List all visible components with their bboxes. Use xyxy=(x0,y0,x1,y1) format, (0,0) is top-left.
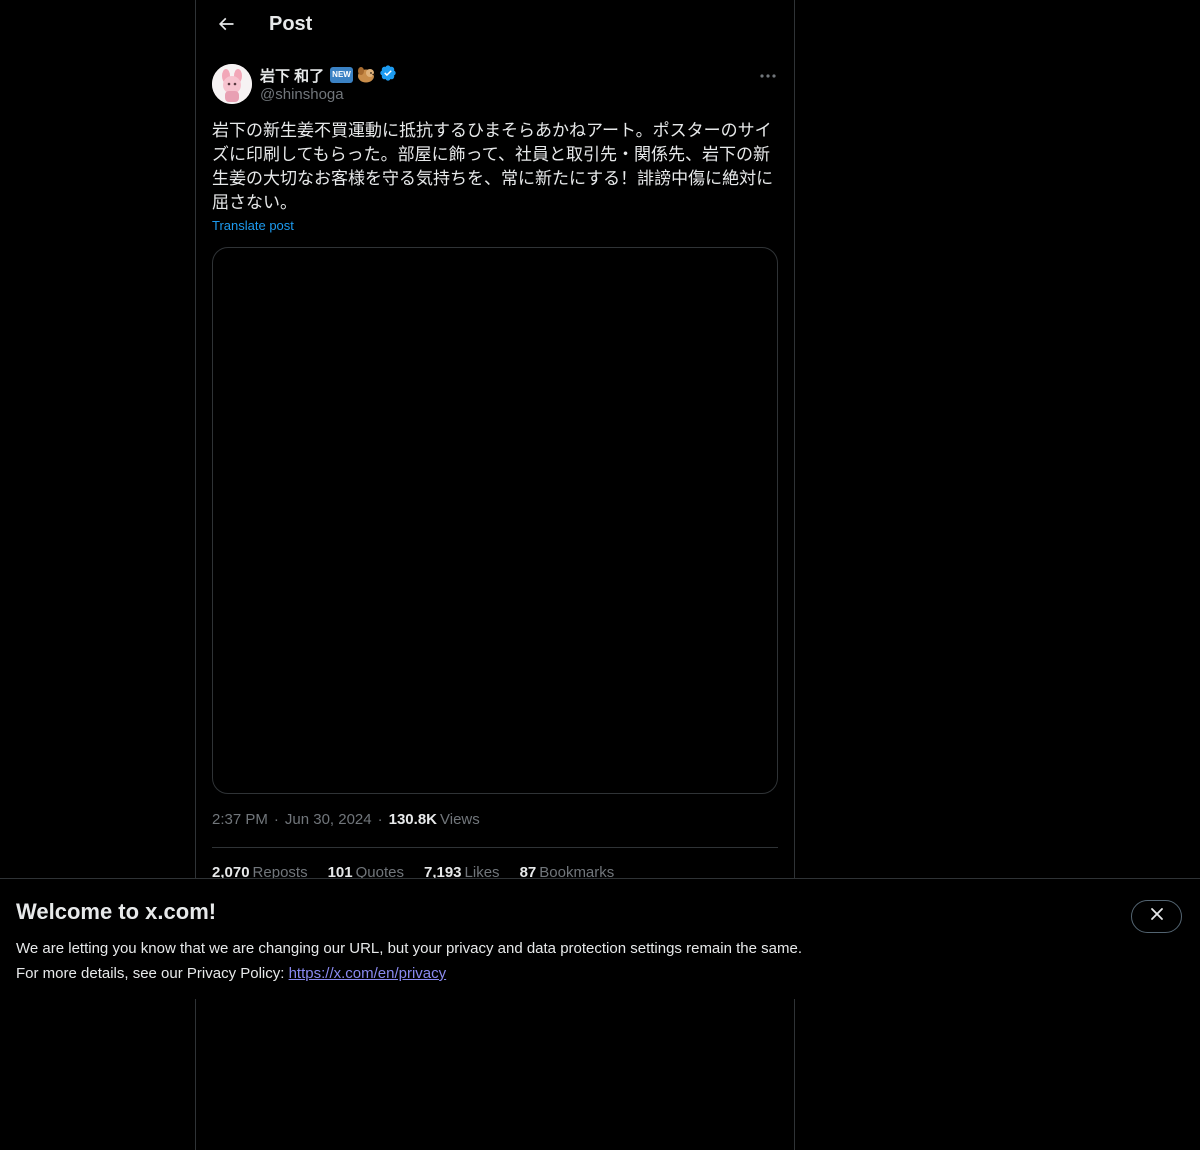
divider xyxy=(212,847,778,848)
views-label: Views xyxy=(440,811,480,828)
close-banner-button[interactable] xyxy=(1131,900,1182,933)
post-header: Post xyxy=(196,0,794,54)
welcome-banner: Welcome to x.com! We are letting you kno… xyxy=(0,878,1200,999)
banner-line-2-prefix: For more details, see our Privacy Policy… xyxy=(16,965,289,982)
post-date[interactable]: Jun 30, 2024 xyxy=(285,811,372,828)
post-text: 岩下の新生姜不買運動に抵抗するひまそらあかねアート。ポスターのサイ ズに印刷して… xyxy=(212,121,774,212)
author-name-row[interactable]: 岩下 和了 NEW xyxy=(260,64,397,86)
avatar[interactable] xyxy=(212,64,252,104)
banner-message: We are letting you know that we are chan… xyxy=(16,936,802,986)
author-display-name[interactable]: 岩下 和了 xyxy=(260,65,324,86)
post-media[interactable] xyxy=(212,247,778,794)
more-dots-icon xyxy=(760,66,776,84)
arrow-left-icon xyxy=(216,14,236,39)
banner-line-1: We are letting you know that we are chan… xyxy=(16,940,802,957)
meta-separator: · xyxy=(377,811,383,828)
back-button[interactable] xyxy=(208,8,244,44)
page-title: Post xyxy=(269,13,313,35)
translate-post-link[interactable]: Translate post xyxy=(212,218,294,233)
views-count: 130.8K xyxy=(388,811,437,828)
close-icon xyxy=(1150,907,1164,926)
verified-badge-icon[interactable] xyxy=(379,64,397,87)
more-options-button[interactable] xyxy=(752,62,784,88)
meta-separator: · xyxy=(273,811,279,828)
dog-emoji-icon xyxy=(356,66,376,84)
author-handle[interactable]: @shinshoga xyxy=(260,86,344,103)
new-emoji: NEW xyxy=(330,67,353,83)
post-metadata: 2:37 PM · Jun 30, 2024 · 130.8K Views xyxy=(212,811,480,828)
post-time[interactable]: 2:37 PM xyxy=(212,811,268,828)
banner-title: Welcome to x.com! xyxy=(16,899,217,924)
banner-line-2: For more details, see our Privacy Policy… xyxy=(16,961,802,986)
privacy-policy-link[interactable]: https://x.com/en/privacy xyxy=(289,965,447,982)
